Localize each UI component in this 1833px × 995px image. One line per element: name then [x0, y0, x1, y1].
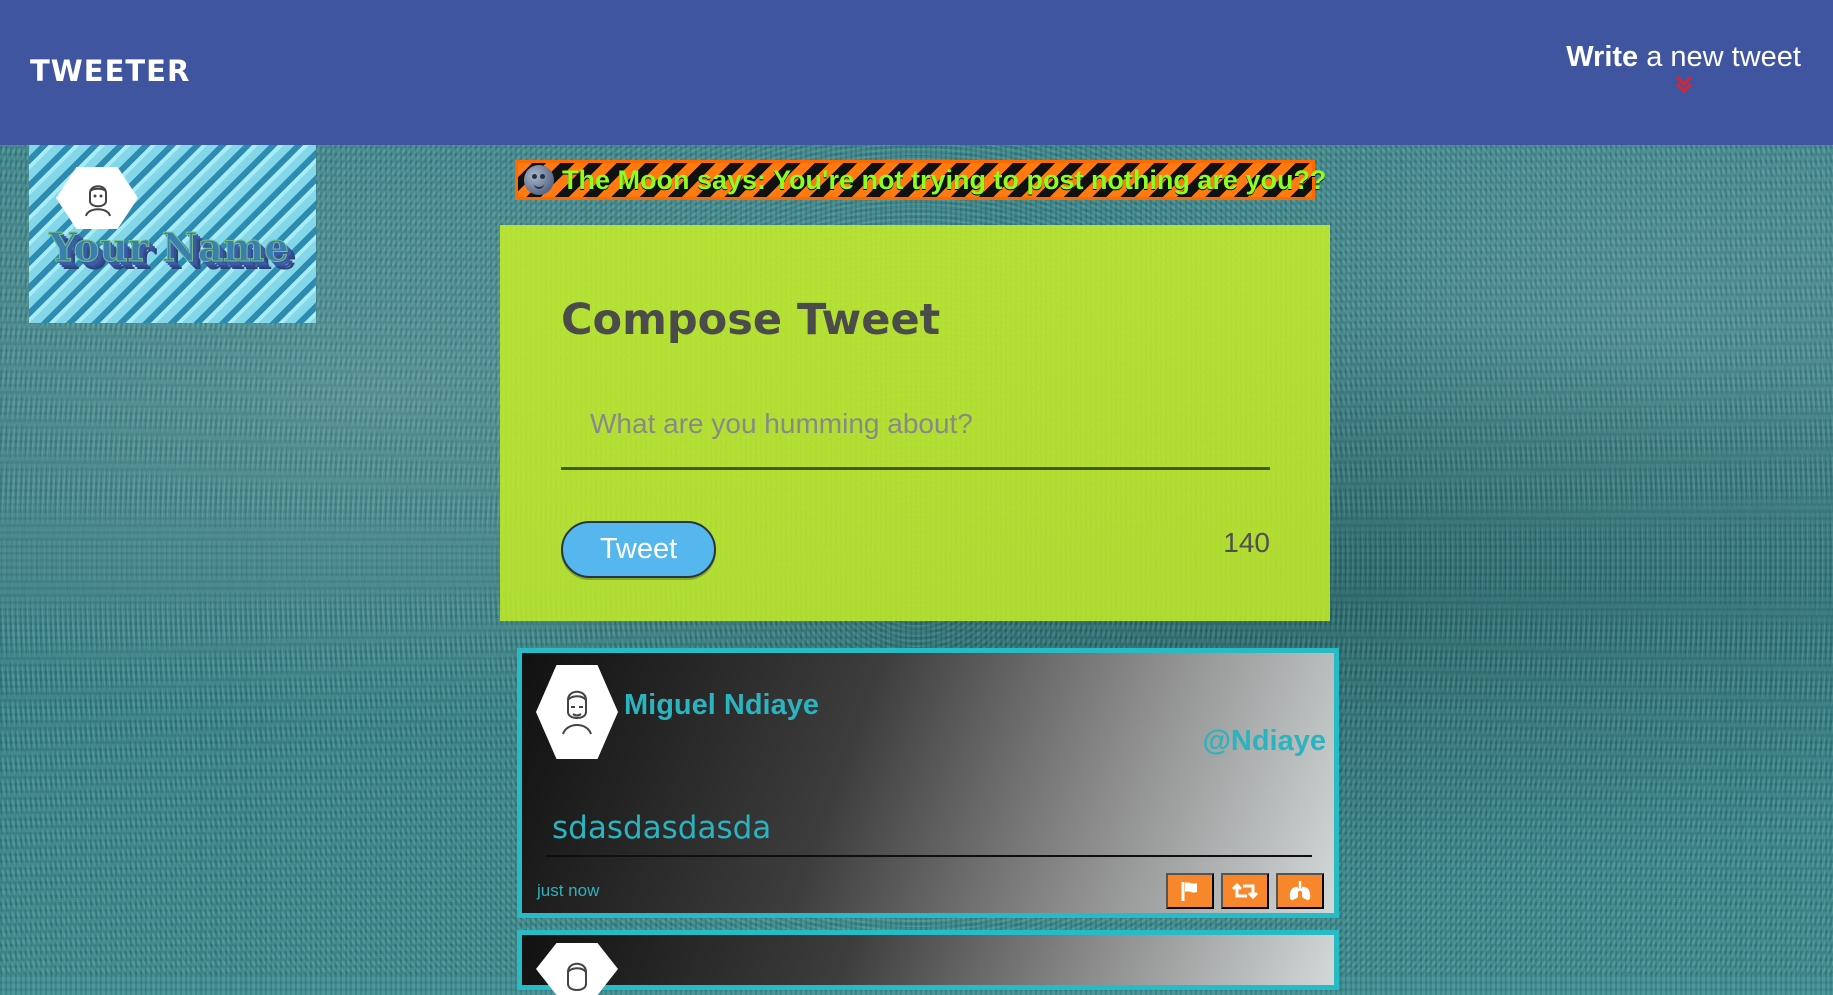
retweet-button[interactable] [1221, 873, 1269, 909]
retweet-icon [1231, 880, 1259, 902]
like-button[interactable] [1276, 873, 1324, 909]
profile-card: Your Name [29, 145, 316, 323]
write-label: Write [1566, 41, 1639, 73]
tweet-divider [546, 855, 1312, 857]
new-tweet-label: a new tweet [1646, 41, 1801, 73]
double-chevron-down-icon [1566, 72, 1801, 101]
moon-icon [524, 165, 554, 195]
tweet-timestamp: just now [537, 881, 600, 900]
write-new-tweet-label: Write a new tweet [1566, 40, 1801, 74]
avatar-icon [56, 167, 138, 229]
character-counter: 140 [1223, 527, 1270, 558]
tweet-actions [1166, 873, 1324, 909]
brand-logo: TWEETER [30, 54, 191, 88]
moon-warning-text: The Moon says: You're not trying to post… [562, 164, 1327, 195]
tweet-button[interactable]: Tweet [561, 521, 716, 578]
moon-mouth [534, 183, 544, 189]
lungs-icon [1286, 879, 1314, 903]
tweet-author-name: Miguel Ndiaye [624, 689, 819, 721]
write-new-tweet-toggle[interactable]: Write a new tweet [1566, 40, 1801, 101]
top-navigation-bar: TWEETER Write a new tweet [0, 0, 1833, 145]
flag-icon [1178, 880, 1202, 902]
avatar-icon [536, 943, 618, 995]
compose-tweet-panel: Compose Tweet Tweet 140 [500, 225, 1330, 621]
tweet-author-handle: @Ndiaye [1202, 725, 1326, 757]
tweet-card: Miguel Ndiaye @Ndiaye sdasdasdasda just … [517, 648, 1339, 918]
avatar-icon [536, 665, 618, 759]
moon-warning-banner: The Moon says: You're not trying to post… [515, 160, 1326, 200]
profile-name: Your Name [49, 225, 290, 272]
tweet-content: sdasdasdasda [552, 810, 772, 846]
flag-button[interactable] [1166, 873, 1214, 909]
tweet-input[interactable] [561, 366, 1270, 470]
compose-title: Compose Tweet [561, 295, 941, 345]
tweet-card [517, 930, 1339, 995]
